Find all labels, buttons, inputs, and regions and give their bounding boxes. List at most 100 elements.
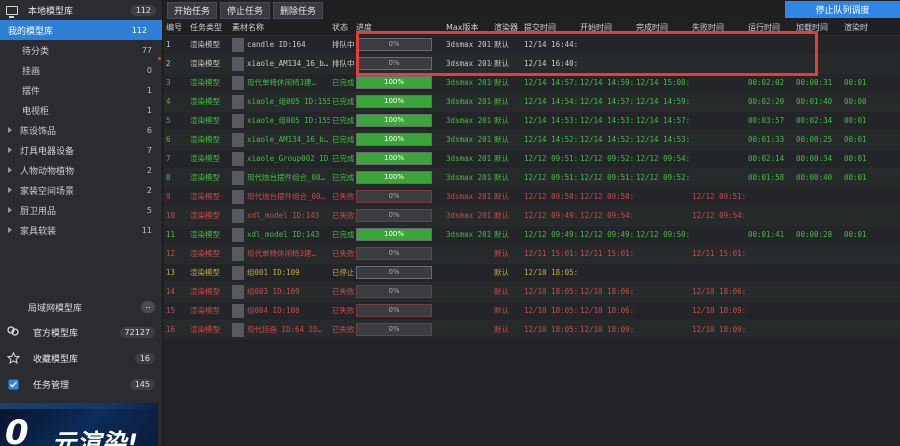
cell-name: xiaole_组005 ID:155 [230, 111, 330, 130]
cell-fail [690, 263, 746, 282]
sidebar-item[interactable]: 待分类 77 [0, 40, 162, 60]
sidebar-category-label: 陈设饰品 [20, 126, 57, 137]
cell-finish: 12/12 09:50:50 [634, 225, 690, 244]
chevron-right-icon [8, 167, 12, 173]
column-header[interactable]: 进度 [354, 21, 444, 35]
table-row[interactable]: 1 渲染模型 candle ID:164 排队中 0% 3dsmax 2015 默认 12/1… [164, 35, 900, 54]
column-header[interactable]: 开始时间 [578, 21, 634, 35]
sidebar-item-official-library[interactable]: 官方模型库 72127 [0, 322, 163, 342]
toolbar: 开始任务 停止任务 删除任务 停止队列调度 [164, 0, 900, 20]
sidebar-item[interactable]: 摆件 1 [0, 80, 162, 100]
delete-task-button[interactable]: 删除任务 [273, 1, 324, 19]
table-row[interactable]: 9 渲染模型 现代烛台摆件组合_00… 已失败 0% 3dsmax 2012 默认 12/12… [164, 187, 900, 206]
progress-label: 0% [388, 306, 400, 314]
cell-status: 已完成 [330, 168, 354, 187]
cell-submit: 12/14 14:53:46 [522, 111, 578, 130]
cell-submit: 12/10 18:05:50 [522, 263, 578, 282]
start-task-button[interactable]: 开始任务 [167, 1, 218, 19]
column-header[interactable]: 编号 [164, 21, 188, 35]
table-row[interactable]: 6 渲染模型 xiaole_AM134_16_b… 已完成 100% 3dsmax 201… [164, 130, 900, 149]
progress-bar: 100% [356, 76, 432, 89]
progress-label: 0% [388, 211, 400, 219]
cell-render: 00:01 [842, 130, 900, 149]
progress-label: 0% [388, 40, 400, 48]
cell-render: 00:01 [842, 73, 900, 92]
sidebar-item-count: 1 [146, 105, 152, 115]
cell-id: 8 [164, 168, 188, 187]
table-row[interactable]: 7 渲染模型 xiaole_Group002 ID:… 已完成 100% 3dsmax 2… [164, 149, 900, 168]
table-row[interactable]: 10 渲染模型 xdl_model ID:143 已失败 0% 3dsmax 2012 默认… [164, 206, 900, 225]
cell-run: 00:01:58 [746, 168, 794, 187]
cell-progress: 100% [354, 130, 444, 149]
stop-queue-schedule-button[interactable]: 停止队列调度 [785, 1, 900, 18]
sidebar-item-favorites[interactable]: 收藏模型库 16 [0, 348, 163, 368]
table-row[interactable]: 13渲染模型 组001 ID:109 已停止 0% 默认12/10 18:05:50 [164, 263, 900, 282]
cell-id: 13 [164, 263, 188, 282]
table-row[interactable]: 5 渲染模型 xiaole_组005 ID:155 已完成 100% 3dsmax 201… [164, 111, 900, 130]
model-name: xdl_model ID:143 [247, 210, 320, 220]
sidebar-category[interactable]: 灯具电器设备 7 [0, 140, 162, 160]
column-header[interactable]: 完成时间 [634, 21, 690, 35]
table-row[interactable]: 2 渲染模型 xiaole_AM134_16_b… 排队中 0% 3dsmax 2016 默… [164, 54, 900, 73]
sidebar-item[interactable]: 挂画 0 [0, 60, 162, 80]
column-header[interactable]: 加载时间 [794, 21, 842, 35]
column-header[interactable]: 渲染时 [842, 21, 900, 35]
progress-bar: 0% [356, 38, 432, 51]
table-row[interactable]: 14渲染模型组003 ID:109已失败0%默认12/10 18:05:4412… [164, 282, 900, 301]
cell-max: 3dsmax 2012 [444, 187, 492, 206]
column-header[interactable]: 运行时间 [746, 21, 794, 35]
column-header[interactable]: 任务类型 [188, 21, 230, 35]
people-icon [6, 326, 20, 338]
cell-id: 3 [164, 73, 188, 92]
more-button[interactable]: .. [141, 301, 155, 313]
model-thumbnail [232, 246, 244, 261]
column-header[interactable]: Max版本 [444, 21, 492, 35]
cell-run: 00:01:41 [746, 225, 794, 244]
sidebar-category[interactable]: 厨卫用品 5 [0, 200, 162, 220]
column-header[interactable]: 失败时间 [690, 21, 746, 35]
column-header[interactable]: 提交时间 [522, 21, 578, 35]
progress-bar: 0% [356, 247, 432, 260]
table-row[interactable]: 4 渲染模型 xiaole_组005 ID:155 已完成 100% 3dsmax 201… [164, 92, 900, 111]
cell-render [842, 282, 900, 301]
table-row[interactable]: 8 渲染模型 现代烛台摆件组合_00… 已完成 100% 3dsmax 2014 默认 12/… [164, 168, 900, 187]
cell-fail [690, 73, 746, 92]
cell-renderer: 默认 [492, 187, 522, 206]
progress-label: 100% [383, 116, 404, 124]
column-header[interactable]: 渲染器 [492, 21, 522, 35]
sidebar-item-label: 电视柜 [22, 106, 50, 117]
table-row[interactable]: 3 渲染模型 现代单椅休闲椅3建… 已完成 100% 3dsmax 2016 默认 12/14… [164, 73, 900, 92]
sidebar-category[interactable]: 陈设饰品 6 [0, 120, 162, 140]
sidebar-category[interactable]: 家装空间场景 2 [0, 180, 162, 200]
cell-submit: 12/10 18:05:44 [522, 282, 578, 301]
cell-name: xdl_model ID:143 [230, 225, 330, 244]
progress-bar: 100% [356, 152, 432, 165]
cell-type: 渲染模型 [188, 206, 230, 225]
stop-task-button[interactable]: 停止任务 [220, 1, 271, 19]
cell-status: 已完成 [330, 149, 354, 168]
sidebar-item-task-manager[interactable]: 任务管理 145 [0, 374, 163, 394]
cell-finish: 12/12 09:52:35 [634, 168, 690, 187]
progress-bar: 100% [356, 95, 432, 108]
sidebar-item[interactable]: 电视柜 1 [0, 100, 162, 120]
sidebar-item-my-library[interactable]: 我的模型库 112 [0, 20, 162, 40]
promo-banner[interactable]: 0 元渲染! [0, 403, 158, 446]
table-row[interactable]: 15渲染模型组004 ID:108已失败0%默认12/10 18:05:4212… [164, 301, 900, 320]
chevron-right-icon [8, 227, 12, 233]
cell-name: xiaole_AM134_16_b… [230, 54, 330, 73]
sidebar-category[interactable]: 家具软装 11 [0, 220, 162, 240]
cell-run [746, 35, 794, 54]
cell-name: 现代单椅休闲椅3建… [230, 73, 330, 92]
cell-submit: 12/12 09:49:41 [522, 206, 578, 225]
table-row[interactable]: 12渲染模型现代单椅休闲椅3建…已失败0%默认12/11 15:01:2012/… [164, 244, 900, 263]
cell-submit: 12/14 14:57:47 [522, 73, 578, 92]
cell-load: 00:00:40 [794, 168, 842, 187]
table-row[interactable]: 11 渲染模型 xdl_model ID:143 已完成 100% 3dsmax 2015… [164, 225, 900, 244]
column-header[interactable]: 素材名称 [230, 21, 330, 35]
sidebar-category[interactable]: 人物动物植物 2 [0, 160, 162, 180]
cell-fail [690, 111, 746, 130]
lan-library-header[interactable]: 局域网模型库 .. [0, 297, 163, 317]
table-row[interactable]: 16渲染模型 现代挂画 ID:64 ID… 已失败 0% 默认12/10 18:05:4… [164, 320, 900, 339]
local-library-header[interactable]: 本地模型库 112 [0, 0, 162, 20]
column-header[interactable]: 状态 [330, 21, 354, 35]
